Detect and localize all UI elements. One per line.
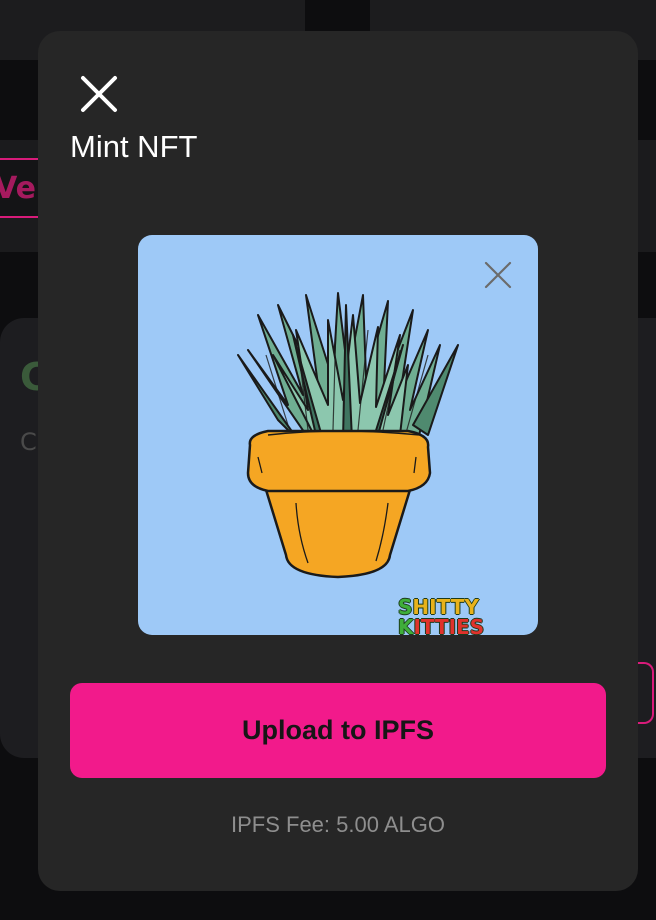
- close-icon: [484, 261, 512, 289]
- image-preview: SHITTY KITTIES: [138, 235, 538, 635]
- nft-image: [237, 292, 459, 579]
- close-button[interactable]: [78, 73, 120, 115]
- remove-image-button[interactable]: [482, 259, 514, 291]
- mint-nft-modal: Mint NFT SHITTY KITTIES Upload to IPFS I…: [38, 31, 638, 891]
- ipfs-fee-text: IPFS Fee: 5.00 ALGO: [231, 812, 445, 837]
- upload-to-ipfs-button[interactable]: Upload to IPFS: [70, 683, 606, 778]
- background-subtext: C: [20, 428, 37, 456]
- watermark-part: ITTIES: [413, 615, 485, 635]
- background-chip-label: Ve: [0, 170, 36, 206]
- close-icon: [81, 76, 117, 112]
- modal-title: Mint NFT: [70, 129, 198, 164]
- brand-watermark: SHITTY KITTIES: [398, 597, 538, 635]
- watermark-part: K: [398, 615, 414, 635]
